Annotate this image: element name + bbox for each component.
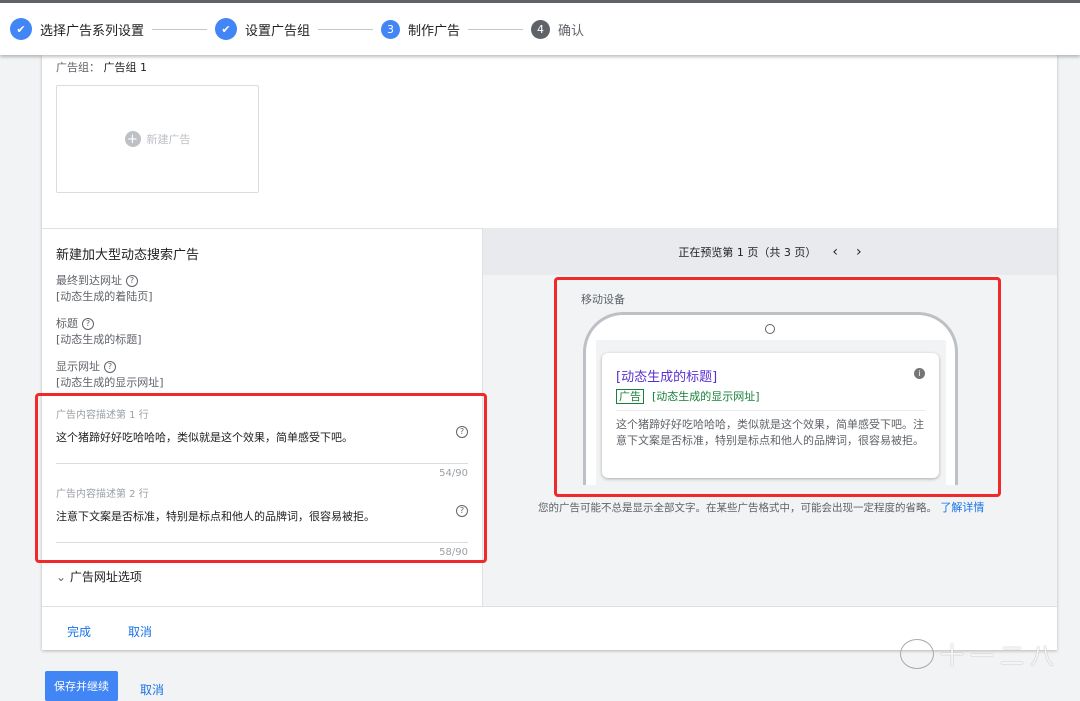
preview-note: 您的广告可能不总是显示全部文字。在某些广告格式中，可能会出现一定程度的省略。 了… xyxy=(538,499,984,515)
step-create-ad[interactable]: 3 制作广告 xyxy=(381,19,461,39)
field-label: 显示网址? xyxy=(56,358,164,374)
ad-group-value: 广告组 1 xyxy=(103,61,148,74)
field-final-url: 最终到达网址? [动态生成的着陆页] xyxy=(56,272,153,304)
step-label: 选择广告系列设置 xyxy=(40,23,145,39)
plus-icon: + xyxy=(124,131,141,147)
step-campaign-settings[interactable]: ✔ 选择广告系列设置 xyxy=(10,18,144,40)
chevron-left-icon[interactable]: ‹ xyxy=(832,244,838,260)
url-options-label: 广告网址选项 xyxy=(69,570,142,584)
new-ad-button[interactable]: + 新建广告 xyxy=(56,85,259,193)
highlight-box xyxy=(554,277,1001,497)
stepper: ✔ 选择广告系列设置 ✔ 设置广告组 3 制作广告 4 确认 xyxy=(0,0,1080,55)
ad-group-label: 广告组： xyxy=(56,61,100,74)
divider xyxy=(152,28,208,30)
field-display-url: 显示网址? [动态生成的显示网址] xyxy=(56,358,164,390)
done-button[interactable]: 完成 xyxy=(67,623,91,640)
step-confirm[interactable]: 4 确认 xyxy=(531,19,585,39)
note-text: 您的广告可能不总是显示全部文字。在某些广告格式中，可能会出现一定程度的省略。 xyxy=(538,502,937,514)
watermark-text: 十一二八 xyxy=(940,642,1060,670)
field-label: 最终到达网址? xyxy=(56,272,153,288)
check-icon: ✔ xyxy=(10,18,32,40)
field-value: [动态生成的标题] xyxy=(56,333,142,346)
label-text: 最终到达网址 xyxy=(56,274,122,287)
save-and-continue-button[interactable]: 保存并继续 xyxy=(45,671,118,701)
field-value: [动态生成的着陆页] xyxy=(56,290,153,303)
divider xyxy=(468,28,524,30)
divider xyxy=(318,28,374,30)
watermark: 十一二八 xyxy=(900,636,1060,671)
step-label: 确认 xyxy=(558,23,585,39)
step-label: 设置广告组 xyxy=(245,23,311,39)
ad-group-line: 广告组： 广告组 1 xyxy=(56,59,147,75)
learn-more-link[interactable]: 了解详情 xyxy=(940,501,984,514)
label-text: 标题 xyxy=(56,317,78,330)
cancel-button[interactable]: 取消 xyxy=(128,623,152,640)
pager-text: 正在预览第 1 页（共 3 页） xyxy=(678,245,817,259)
bottom-cancel-button[interactable]: 取消 xyxy=(140,681,164,698)
form-title: 新建加大型动态搜索广告 xyxy=(56,248,200,263)
step-ad-group[interactable]: ✔ 设置广告组 xyxy=(215,18,310,40)
chevron-down-icon: ⌄ xyxy=(56,570,67,584)
step-number: 3 xyxy=(381,19,401,39)
wechat-icon xyxy=(900,638,934,669)
new-ad-label: 新建广告 xyxy=(146,133,191,146)
help-icon[interactable]: ? xyxy=(104,361,116,373)
label-text: 显示网址 xyxy=(56,360,100,373)
url-options-toggle[interactable]: ⌄ 广告网址选项 xyxy=(56,568,142,585)
step-number: 4 xyxy=(531,19,551,39)
divider xyxy=(42,606,1057,607)
chevron-right-icon[interactable]: › xyxy=(856,244,862,260)
help-icon[interactable]: ? xyxy=(82,318,94,330)
help-icon[interactable]: ? xyxy=(126,275,138,287)
field-headline: 标题? [动态生成的标题] xyxy=(56,315,142,347)
step-label: 制作广告 xyxy=(408,23,461,39)
check-icon: ✔ xyxy=(215,18,238,40)
field-value: [动态生成的显示网址] xyxy=(56,376,164,389)
preview-pager: 正在预览第 1 页（共 3 页） ‹ › xyxy=(483,228,1057,275)
highlight-box xyxy=(35,393,487,563)
field-label: 标题? xyxy=(56,315,142,331)
